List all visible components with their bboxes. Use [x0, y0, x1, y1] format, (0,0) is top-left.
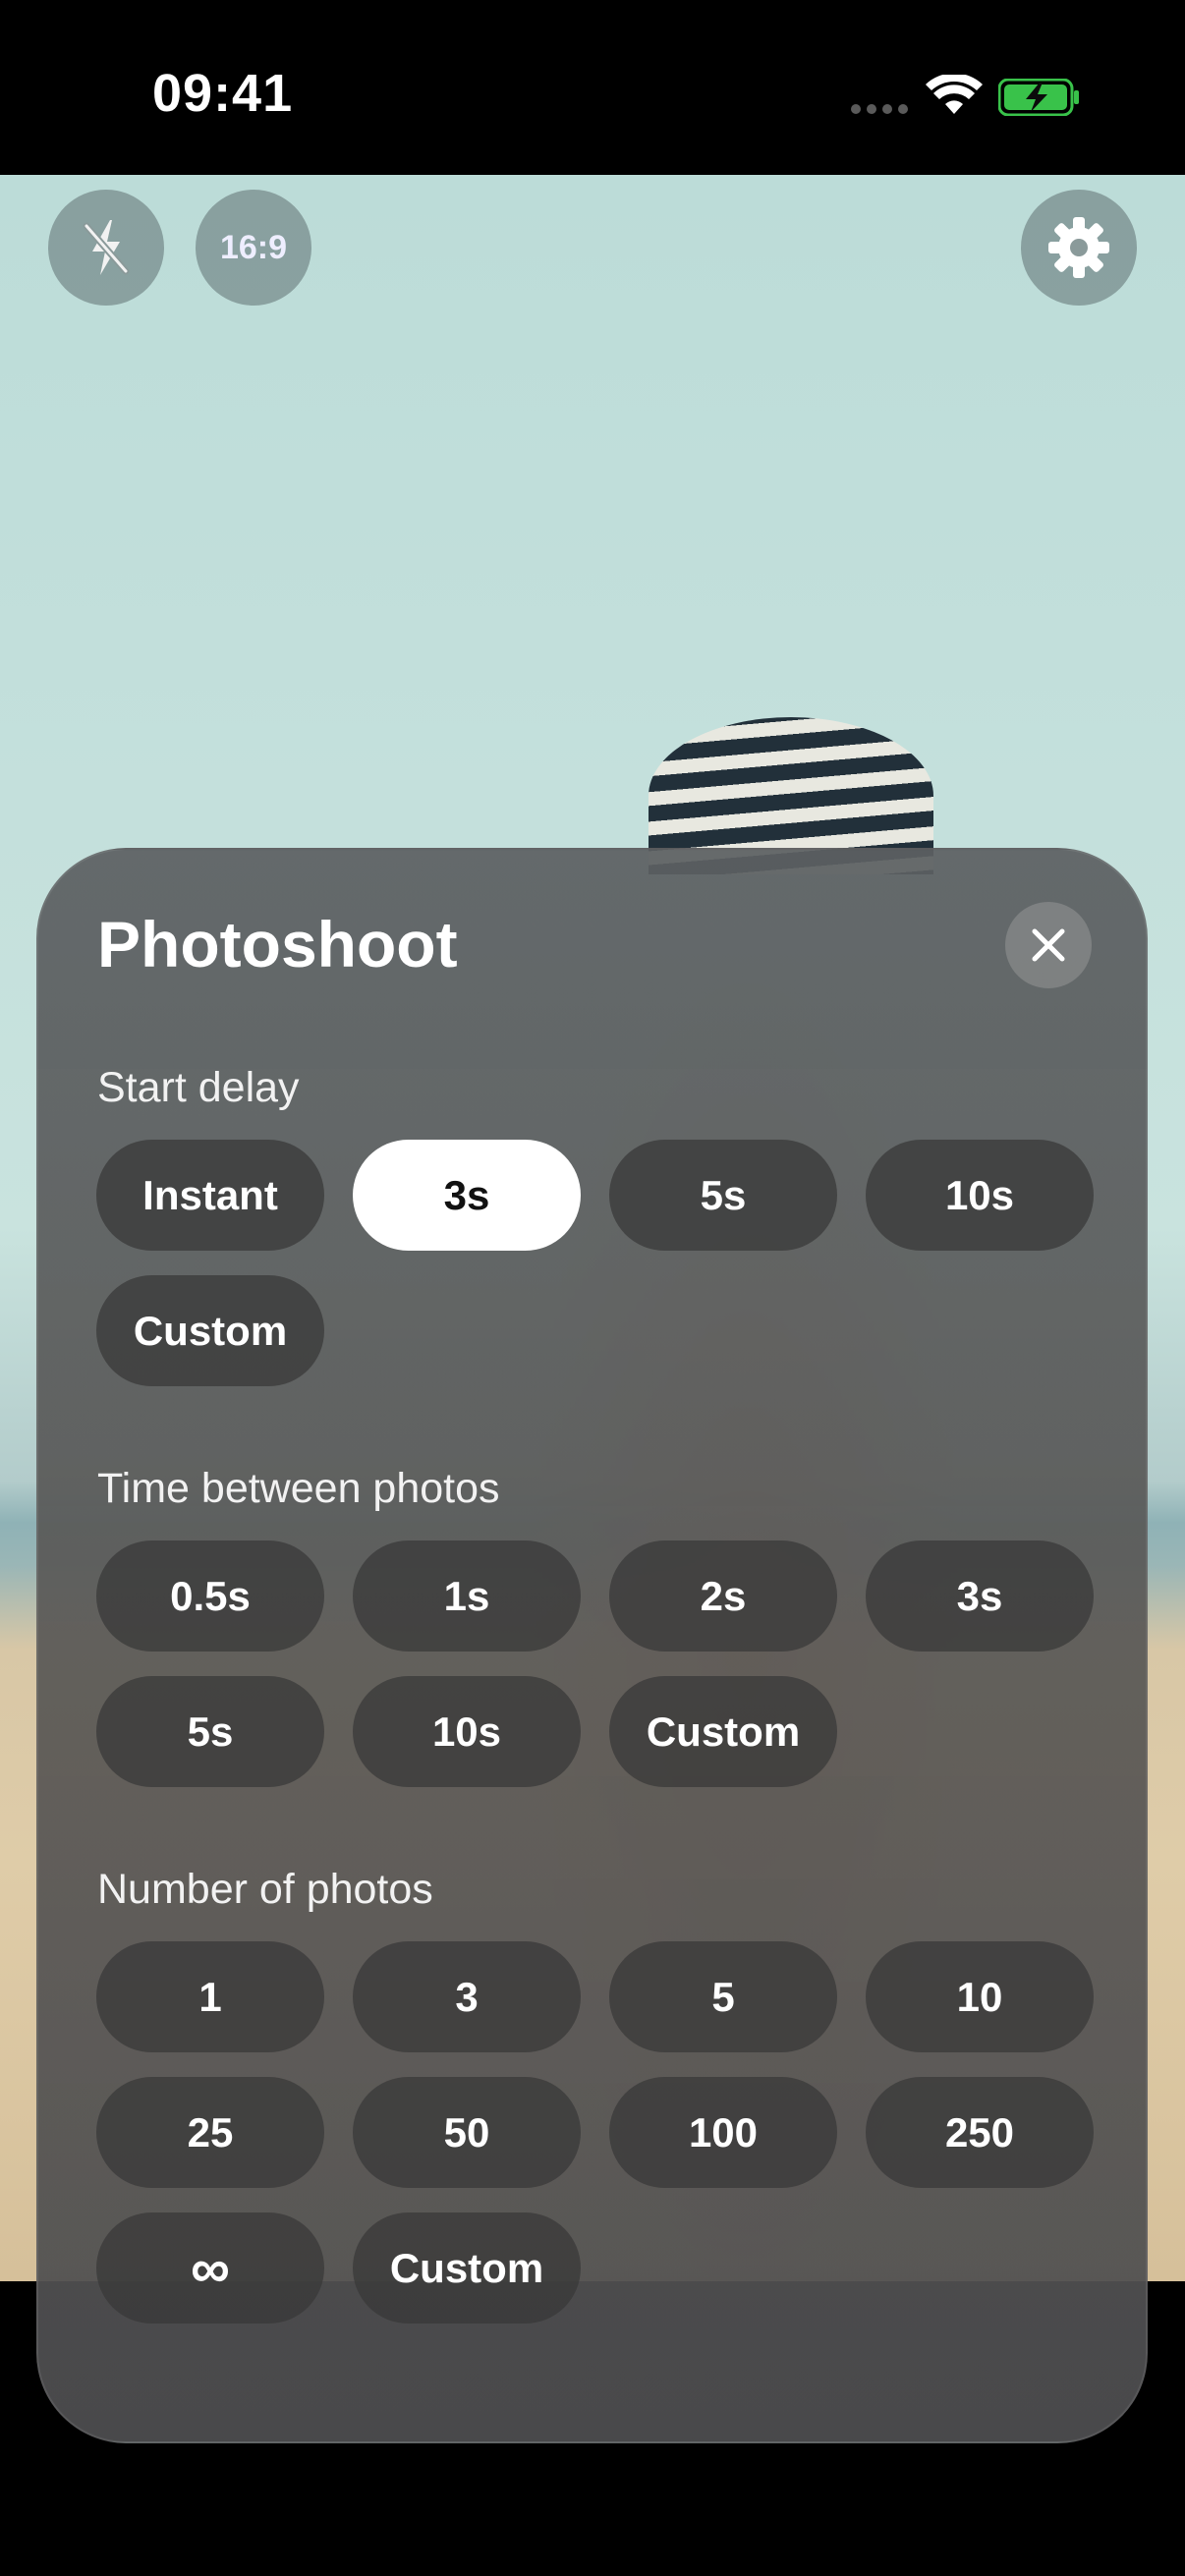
interval-option-3s[interactable]: 3s	[866, 1540, 1094, 1652]
wifi-icon	[926, 75, 983, 114]
status-time: 09:41	[152, 64, 294, 123]
start-delay-option-5s[interactable]: 5s	[609, 1140, 837, 1251]
count-option-1[interactable]: 1	[96, 1941, 324, 2052]
count-option-custom[interactable]: Custom	[353, 2212, 581, 2324]
close-icon	[1032, 928, 1065, 962]
number-of-photos-label: Number of photos	[97, 1866, 433, 1913]
battery-charging-icon	[998, 79, 1079, 116]
time-between-label: Time between photos	[97, 1465, 500, 1512]
count-option-3[interactable]: 3	[353, 1941, 581, 2052]
count-option-50[interactable]: 50	[353, 2077, 581, 2188]
interval-option-1s[interactable]: 1s	[353, 1540, 581, 1652]
count-option-250[interactable]: 250	[866, 2077, 1094, 2188]
interval-option-10s[interactable]: 10s	[353, 1676, 581, 1787]
settings-button[interactable]	[1021, 190, 1137, 306]
flash-toggle-button[interactable]	[48, 190, 164, 306]
interval-option-2s[interactable]: 2s	[609, 1540, 837, 1652]
count-option-25[interactable]: 25	[96, 2077, 324, 2188]
start-delay-option-custom[interactable]: Custom	[96, 1275, 324, 1386]
count-option-10[interactable]: 10	[866, 1941, 1094, 2052]
interval-option-5s[interactable]: 5s	[96, 1676, 324, 1787]
count-option-5[interactable]: 5	[609, 1941, 837, 2052]
flash-off-icon	[83, 220, 130, 275]
close-button[interactable]	[1005, 902, 1092, 988]
aspect-ratio-button[interactable]: 16:9	[196, 190, 311, 306]
cellular-signal-icon	[851, 104, 908, 114]
interval-option-0-5s[interactable]: 0.5s	[96, 1540, 324, 1652]
sheet-title: Photoshoot	[97, 908, 458, 980]
count-option-100[interactable]: 100	[609, 2077, 837, 2188]
photoshoot-sheet: Photoshoot Start delay Instant 3s 5s 10s…	[36, 848, 1148, 2443]
status-bar: 09:41	[0, 0, 1185, 175]
interval-option-custom[interactable]: Custom	[609, 1676, 837, 1787]
start-delay-option-3s[interactable]: 3s	[353, 1140, 581, 1251]
count-option-infinite[interactable]: ∞	[96, 2212, 324, 2324]
start-delay-option-instant[interactable]: Instant	[96, 1140, 324, 1251]
start-delay-option-10s[interactable]: 10s	[866, 1140, 1094, 1251]
start-delay-label: Start delay	[97, 1064, 300, 1111]
gear-icon	[1048, 217, 1109, 278]
